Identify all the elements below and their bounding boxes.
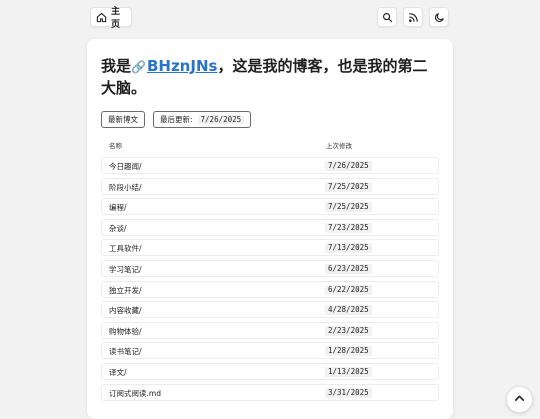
- table-row[interactable]: 学习笔记/6/23/2025: [101, 259, 439, 277]
- row-date: 1/28/2025: [325, 346, 372, 357]
- last-updated-label: 最后更新:: [160, 115, 193, 124]
- main-card: 我是🔗BHznJNs，这是我的博客，也是我的第二大脑。 最新博文 最后更新: 7…: [87, 39, 453, 419]
- row-date: 7/26/2025: [325, 161, 372, 171]
- table-row[interactable]: 读书笔记/1/28/2025: [101, 342, 439, 360]
- last-updated-badge: 最后更新: 7/26/2025: [153, 111, 252, 128]
- table-row[interactable]: 订阅式阅读.md 3/31/2025: [101, 383, 439, 401]
- file-list: 今日趣闻/7/26/2025 阶段小结/7/25/2025 编程/7/25/20…: [101, 157, 439, 404]
- row-name: 学习笔记/: [109, 264, 142, 274]
- row-name: 订阅式阅读.md: [109, 388, 161, 398]
- table-header: 名称 上次修改: [101, 138, 439, 150]
- scroll-to-top-button[interactable]: [506, 386, 533, 413]
- row-name: 编程/: [109, 203, 127, 213]
- home-icon: [96, 12, 107, 23]
- row-name: 工具软件/: [109, 244, 142, 254]
- row-date: 6/23/2025: [325, 263, 372, 274]
- row-name: 杂谈/: [109, 223, 127, 233]
- row-name: 今日趣闻/: [109, 162, 142, 171]
- row-name: 译文/: [109, 367, 127, 377]
- table-row[interactable]: 阶段小结/7/25/2025: [101, 177, 439, 195]
- row-date: 3/31/2025: [325, 387, 372, 398]
- home-button[interactable]: 主页: [90, 7, 132, 30]
- theme-toggle-button[interactable]: [429, 7, 449, 27]
- row-name: 独立开发/: [109, 285, 142, 295]
- latest-posts-button[interactable]: 最新博文: [101, 111, 145, 128]
- latest-posts-label: 最新博文: [108, 115, 138, 124]
- row-date: 4/28/2025: [325, 305, 372, 316]
- row-date: 7/23/2025: [325, 222, 372, 233]
- table-row[interactable]: 内容收藏/4/28/2025: [101, 301, 439, 319]
- table-row[interactable]: 购物体验/2/23/2025: [101, 321, 439, 339]
- row-date: 7/13/2025: [325, 243, 372, 254]
- author-link[interactable]: BHznJNs: [147, 57, 217, 75]
- row-name: 购物体验/: [109, 326, 142, 336]
- link-icon: 🔗: [131, 60, 146, 74]
- search-icon: [382, 12, 393, 23]
- moon-icon: [434, 12, 445, 23]
- home-label: 主页: [111, 7, 121, 30]
- column-header-name: 名称: [109, 142, 122, 150]
- table-row[interactable]: 译文/1/13/2025: [101, 362, 439, 380]
- page-title: 我是🔗BHznJNs，这是我的博客，也是我的第二大脑。: [101, 56, 441, 99]
- rss-button[interactable]: [403, 7, 423, 27]
- last-updated-value: 7/26/2025: [197, 115, 245, 124]
- row-name: 内容收藏/: [109, 306, 142, 316]
- row-name: 阶段小结/: [109, 182, 142, 192]
- chevron-up-icon: [513, 390, 526, 409]
- row-date: 7/25/2025: [325, 202, 372, 213]
- row-name: 读书笔记/: [109, 347, 142, 357]
- table-row[interactable]: 今日趣闻/7/26/2025: [101, 157, 439, 174]
- row-date: 7/25/2025: [325, 181, 372, 192]
- top-navbar: 主页: [0, 0, 540, 36]
- title-prefix: 我是: [101, 57, 132, 75]
- row-date: 6/22/2025: [325, 284, 372, 295]
- table-row[interactable]: 独立开发/6/22/2025: [101, 280, 439, 298]
- rss-icon: [408, 12, 419, 23]
- row-date: 1/13/2025: [325, 366, 372, 377]
- column-header-modified: 上次修改: [326, 142, 352, 150]
- table-row[interactable]: 编程/7/25/2025: [101, 198, 439, 216]
- table-row[interactable]: 工具软件/7/13/2025: [101, 239, 439, 257]
- row-date: 2/23/2025: [325, 325, 372, 336]
- table-row[interactable]: 杂谈/7/23/2025: [101, 218, 439, 236]
- search-button[interactable]: [377, 7, 397, 27]
